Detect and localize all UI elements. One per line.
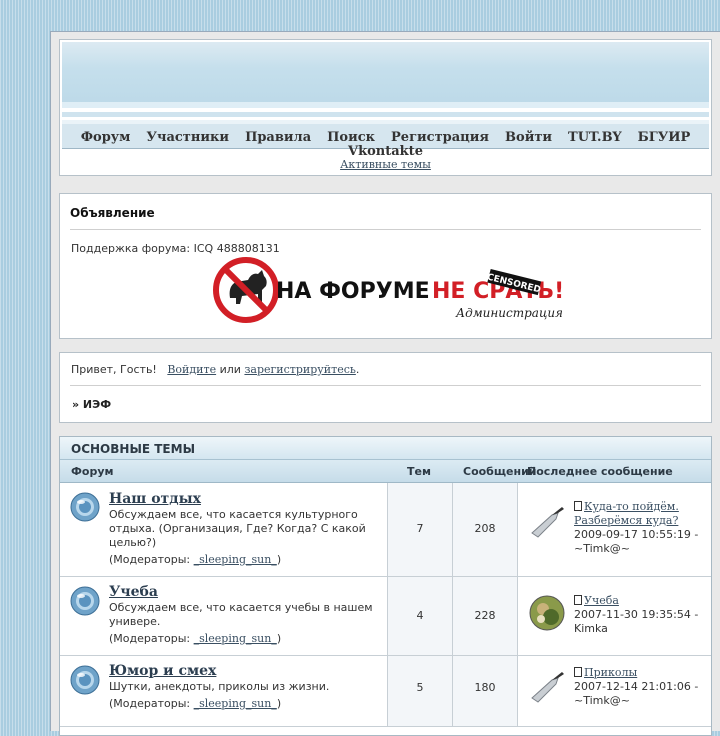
forum-description: Обсуждаем все, что касается учебы в наше… bbox=[109, 601, 373, 628]
forum-bubble-icon bbox=[70, 492, 100, 522]
active-topics-link[interactable]: Активные темы bbox=[340, 158, 431, 171]
last-post-date: 2009-09-17 10:55:19 - bbox=[574, 528, 699, 541]
column-headers: Форум Тем Сообщений Последнее сообщение bbox=[60, 460, 711, 483]
last-post-info: Куда-то пойдём. Разберёмся куда? 2009-09… bbox=[574, 500, 711, 556]
col-forum: Форум bbox=[71, 465, 114, 478]
forum-bubble-icon bbox=[70, 665, 100, 695]
category-header: ОСНОВНЫЕ ТЕМЫ bbox=[60, 437, 711, 460]
last-post-info: Приколы 2007-12-14 21:01:06 - ~Timk@~ bbox=[574, 666, 711, 708]
nav-bsuir[interactable]: БГУИР bbox=[638, 124, 691, 146]
mods-prefix: (Модераторы: bbox=[109, 632, 191, 645]
forum-description: Обсуждаем все, что касается культурного … bbox=[109, 508, 366, 549]
announcement-title: Объявление bbox=[70, 206, 155, 220]
forum-bubble-icon bbox=[70, 586, 100, 616]
forum-row: Юмор и смех Шутки, анекдоты, приколы из … bbox=[60, 656, 711, 727]
category-title: ОСНОВНЫЕ ТЕМЫ bbox=[71, 442, 196, 456]
posts-count: 228 bbox=[474, 609, 496, 622]
greeting-panel: Привет, Гость! Войдите или зарегистрируй… bbox=[59, 352, 712, 423]
header-banner bbox=[62, 42, 709, 108]
announcement-banner: НА ФОРУМЕ НЕ СРАТЬ! CENSORED Администрац… bbox=[213, 257, 562, 323]
topics-count: 5 bbox=[416, 681, 424, 694]
forum-moderators: (Модераторы: _sleeping_sun_) bbox=[109, 553, 281, 566]
document-icon bbox=[574, 501, 582, 511]
divider bbox=[70, 229, 701, 230]
nav-forum[interactable]: Форум bbox=[81, 124, 131, 146]
forum-name-link[interactable]: Юмор и смех bbox=[109, 663, 216, 679]
last-post-link[interactable]: Куда-то пойдём. Разберёмся куда? bbox=[574, 500, 679, 527]
forum-description: Шутки, анекдоты, приколы из жизни. bbox=[109, 680, 330, 693]
knife-avatar bbox=[531, 507, 564, 538]
announcement-panel: Объявление Поддержка форума: ICQ 4888081… bbox=[59, 193, 712, 339]
topics-count: 7 bbox=[416, 522, 424, 535]
mods-suffix: ) bbox=[276, 697, 282, 710]
document-icon bbox=[574, 595, 582, 605]
mods-suffix: ) bbox=[276, 553, 282, 566]
greeting-text: Привет, Гость! Войдите или зарегистрируй… bbox=[71, 363, 359, 376]
posts-count: 180 bbox=[474, 681, 496, 694]
active-topics: Активные темы bbox=[60, 158, 711, 171]
last-post-date: 2007-11-30 19:35:54 - bbox=[574, 608, 699, 621]
nav-members[interactable]: Участники bbox=[146, 124, 229, 146]
last-post-link[interactable]: Учеба bbox=[584, 594, 619, 607]
main-nav: Форум Участники Правила Поиск Регистрация Вой… bbox=[62, 124, 709, 159]
last-post-info: Учеба 2007-11-30 19:35:54 - Kimka bbox=[574, 594, 711, 636]
last-post-date: 2007-12-14 21:01:06 - bbox=[574, 680, 699, 693]
moderator-link[interactable]: _sleeping_sun_ bbox=[194, 632, 277, 645]
forum-table: ОСНОВНЫЕ ТЕМЫ Форум Тем Сообщений Послед… bbox=[59, 436, 712, 736]
photo-avatar bbox=[529, 595, 565, 631]
page-wrapper: Форум Участники Правила Поиск Регистрация Вой… bbox=[50, 31, 720, 736]
breadcrumb[interactable]: » ИЭФ bbox=[72, 398, 111, 411]
last-post-user: Kimka bbox=[574, 622, 608, 635]
nav-links: Форум Участники Правила Поиск Регистрация Вой… bbox=[62, 124, 709, 146]
greeting-period: . bbox=[355, 363, 360, 376]
register-link[interactable]: зарегистрируйтесь bbox=[244, 363, 355, 376]
forum-name-link[interactable]: Наш отдых bbox=[109, 491, 201, 507]
forum-moderators: (Модераторы: _sleeping_sun_) bbox=[109, 697, 281, 710]
mods-prefix: (Модераторы: bbox=[109, 553, 191, 566]
support-text: Поддержка форума: ICQ 488808131 bbox=[71, 242, 280, 255]
nav-rules[interactable]: Правила bbox=[245, 124, 311, 146]
last-post-user: ~Timk@~ bbox=[574, 542, 630, 555]
moderator-link[interactable]: _sleeping_sun_ bbox=[194, 553, 277, 566]
knife-avatar bbox=[531, 672, 564, 703]
nav-login[interactable]: Войти bbox=[505, 124, 552, 146]
col-posts: Сообщений bbox=[463, 465, 537, 478]
banner-signature: Администрация bbox=[455, 306, 562, 320]
last-post-link[interactable]: Приколы bbox=[584, 666, 637, 679]
login-link[interactable]: Войдите bbox=[167, 363, 216, 376]
nav-register[interactable]: Регистрация bbox=[391, 124, 489, 146]
posts-count: 208 bbox=[474, 522, 496, 535]
col-last-post: Последнее сообщение bbox=[527, 465, 673, 478]
divider bbox=[70, 385, 701, 386]
header: Форум Участники Правила Поиск Регистрация Вой… bbox=[59, 39, 712, 176]
forum-row: Наш отдых Обсуждаем все, что касается ку… bbox=[60, 483, 711, 577]
nav-tutby[interactable]: TUT.BY bbox=[568, 124, 622, 146]
greeting-or: или bbox=[219, 363, 241, 376]
mods-suffix: ) bbox=[276, 632, 282, 645]
nav-search[interactable]: Поиск bbox=[327, 124, 375, 146]
col-topics: Тем bbox=[407, 465, 431, 478]
forum-name-link[interactable]: Учеба bbox=[109, 584, 158, 600]
topics-count: 4 bbox=[416, 609, 424, 622]
no-sign-icon bbox=[213, 257, 279, 323]
mods-prefix: (Модераторы: bbox=[109, 697, 191, 710]
last-post-user: ~Timk@~ bbox=[574, 694, 630, 707]
moderator-link[interactable]: _sleeping_sun_ bbox=[194, 697, 277, 710]
greeting-hello: Привет, Гость! bbox=[71, 363, 157, 376]
forum-moderators: (Модераторы: _sleeping_sun_) bbox=[109, 632, 281, 645]
banner-stripe bbox=[62, 112, 709, 117]
document-icon bbox=[574, 667, 582, 677]
banner-black-text: НА ФОРУМЕ bbox=[276, 279, 430, 304]
banner-stripe bbox=[62, 102, 709, 108]
forum-row: Учеба Обсуждаем все, что касается учебы … bbox=[60, 577, 711, 656]
